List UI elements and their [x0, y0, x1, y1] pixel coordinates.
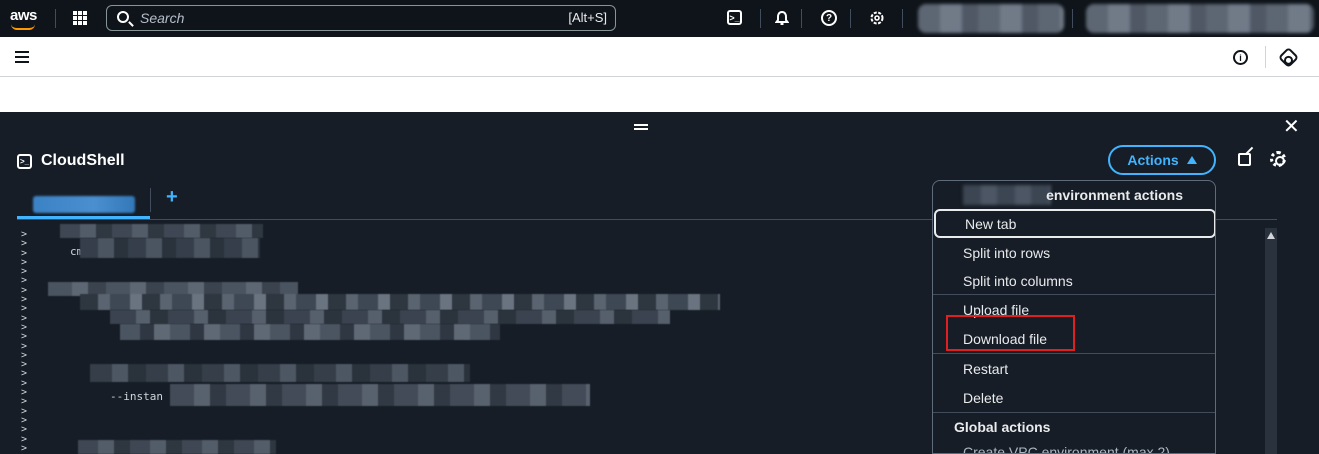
- help-icon[interactable]: ?: [821, 10, 837, 26]
- cloudshell-icon[interactable]: >_: [727, 10, 742, 25]
- cloudshell-header: >_ CloudShell: [17, 152, 125, 170]
- terminal-fragment: --instan: [110, 390, 163, 403]
- actions-button-label: Actions: [1127, 152, 1179, 168]
- search-shortcut: [Alt+S]: [568, 10, 607, 25]
- nav-divider: [1072, 9, 1073, 28]
- menu-item-split-columns[interactable]: Split into columns: [933, 266, 1215, 295]
- page-title: CloudShell: [41, 152, 125, 169]
- nav-divider: [801, 9, 802, 28]
- nav-divider: [760, 9, 761, 28]
- subbar-divider: [1265, 46, 1266, 68]
- tab-terminal[interactable]: [33, 196, 135, 213]
- external-link-icon[interactable]: [1238, 153, 1251, 166]
- nav-divider: [55, 9, 56, 28]
- account-menu[interactable]: [1086, 4, 1314, 33]
- caret-up-icon: [1186, 156, 1197, 164]
- prompt-char: >: [21, 442, 28, 454]
- menu-icon[interactable]: [15, 51, 29, 63]
- annotation-highlight-box: [946, 315, 1075, 351]
- aws-logo-text: aws: [10, 7, 37, 24]
- env-group-title: environment actions: [1046, 187, 1183, 203]
- region-selector[interactable]: [918, 4, 1064, 33]
- top-navigation: aws [Alt+S] >_ ?: [0, 0, 1319, 37]
- actions-button[interactable]: Actions: [1108, 145, 1216, 175]
- apps-grid-icon[interactable]: [73, 11, 87, 25]
- add-tab-button[interactable]: +: [166, 186, 178, 209]
- aws-smile-icon: [11, 24, 35, 30]
- terminal-scrollbar[interactable]: [1265, 228, 1277, 454]
- menu-item-create-vpc-environment[interactable]: Create VPC environment (max 2): [933, 441, 1215, 453]
- terminal-prompts: > > > > > > > > > > > > > > > > > > > > > > > >: [21, 229, 28, 454]
- menu-item-new-tab[interactable]: New tab: [934, 209, 1215, 238]
- global-group-title: Global actions: [933, 412, 1215, 440]
- resize-handle-icon[interactable]: [634, 124, 648, 130]
- menu-item-split-rows[interactable]: Split into rows: [933, 238, 1215, 267]
- console-subbar: i: [0, 37, 1319, 77]
- search-input[interactable]: [140, 9, 520, 27]
- feedback-icon[interactable]: [1277, 46, 1300, 69]
- gear-icon[interactable]: [1270, 151, 1286, 167]
- tab-divider: [150, 188, 151, 212]
- search-icon: [117, 11, 129, 23]
- info-icon[interactable]: i: [1233, 50, 1248, 65]
- scroll-up-icon[interactable]: [1267, 232, 1275, 239]
- menu-item-restart[interactable]: Restart: [933, 354, 1215, 383]
- search-box[interactable]: [Alt+S]: [106, 5, 616, 31]
- menu-item-delete[interactable]: Delete: [933, 383, 1215, 412]
- cloudshell-icon: >_: [17, 153, 32, 169]
- aws-logo[interactable]: aws: [10, 7, 37, 30]
- close-icon[interactable]: ✕: [1283, 117, 1300, 137]
- nav-divider: [850, 9, 851, 28]
- nav-divider: [902, 9, 903, 28]
- console-content-area: [0, 77, 1319, 112]
- bell-icon[interactable]: [773, 9, 791, 27]
- settings-icon[interactable]: [868, 9, 886, 27]
